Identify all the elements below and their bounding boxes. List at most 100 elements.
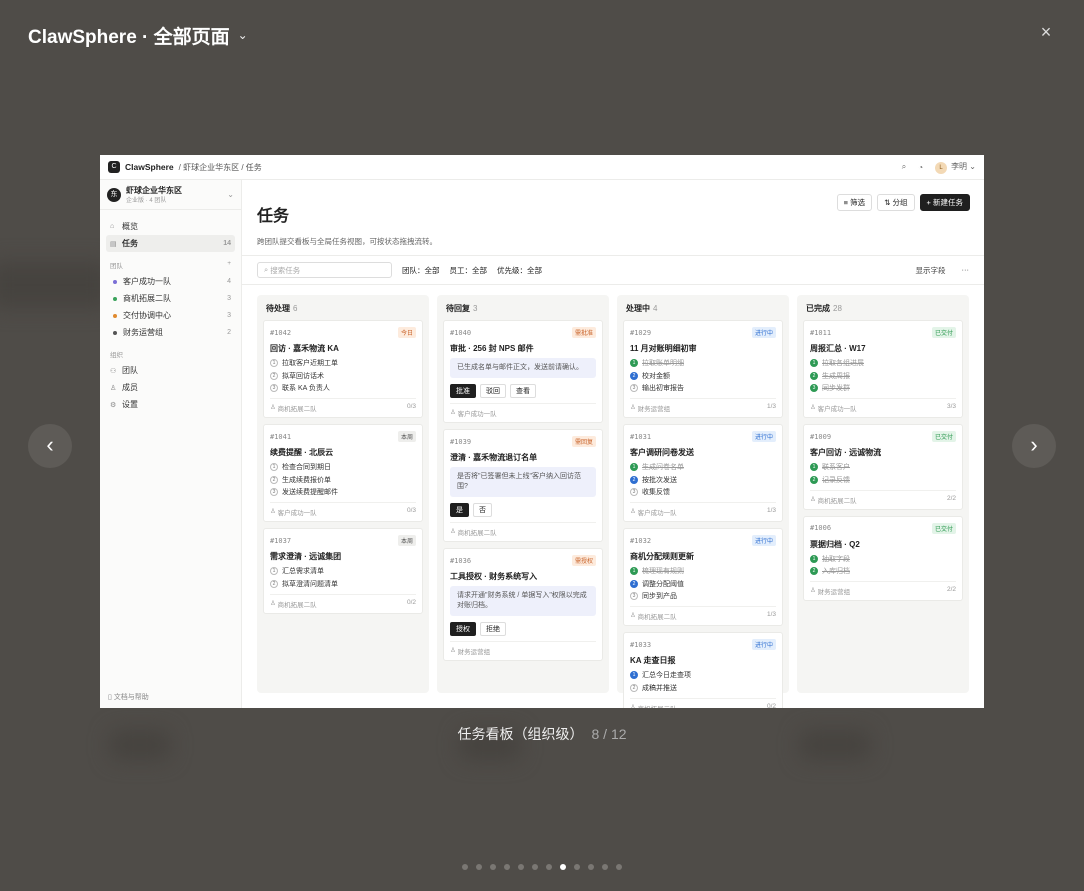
step-number: 2 xyxy=(270,371,278,380)
step-number: 1 xyxy=(810,463,818,471)
status-badge: 进行中 xyxy=(751,639,776,650)
task-team: 商机拓展二队 xyxy=(457,530,497,537)
pagination-dot[interactable] xyxy=(462,864,468,870)
task-card[interactable]: #1011 已交付 周报汇总 · W17 1 拉取各组进展 2 生成周报 3 同步发群 ♙ 客户… xyxy=(803,320,963,418)
pagination-dot[interactable] xyxy=(560,864,566,870)
team-color-dot xyxy=(113,313,117,318)
task-title: 客户调研问卷发送 xyxy=(630,448,694,457)
step-text: 入库归档 xyxy=(822,568,850,575)
kanban-column: 处理中 4 #1029 进行中 11 月对账明细初审 1 拉取账单明细 2 校对金额 3 输出初审… xyxy=(617,295,789,708)
pagination-dot[interactable] xyxy=(490,864,496,870)
sidebar-item-team[interactable]: 交付协调中心 3 xyxy=(106,307,235,324)
task-title: 回访 · 嘉禾物流 KA xyxy=(270,344,339,353)
sidebar-item-tasks[interactable]: ▤ 任务 14 xyxy=(106,235,235,252)
pagination-dot[interactable] xyxy=(504,864,510,870)
pagination-dot[interactable] xyxy=(602,864,608,870)
sidebar-item-teams[interactable]: ⚇ 团队 xyxy=(106,362,235,379)
sidebar-item-settings[interactable]: ⚙ 设置 xyxy=(106,396,235,413)
sidebar-item-team[interactable]: 客户成功一队 4 xyxy=(106,273,235,290)
viewer-title[interactable]: ClawSphere · 全部页面 ⌄ xyxy=(28,22,248,48)
task-step: 3 发送续费提醒邮件 xyxy=(270,487,416,497)
column-count: 28 xyxy=(833,304,842,313)
status-badge: 需授权 xyxy=(571,555,596,566)
action-button[interactable]: 查看 xyxy=(510,384,536,398)
team-icon: ♙ xyxy=(810,404,818,411)
task-id: #1040 xyxy=(450,328,472,337)
staff-filter[interactable]: 员工：全部 xyxy=(450,265,488,276)
action-button[interactable]: 拒绝 xyxy=(480,622,506,636)
column-header: 处理中 4 xyxy=(623,301,783,320)
org-switcher[interactable]: 东 虾球企业华东区 企业版 · 4 团队 ⌄ xyxy=(100,180,241,210)
bell-icon[interactable]: ◔ xyxy=(918,163,923,172)
column-title: 已完成 xyxy=(806,304,830,313)
more-icon[interactable]: ··· xyxy=(962,265,970,276)
task-card[interactable]: #1037 本周 需求澄清 · 远诚集团 1 汇总需求清单 2 拟草澄清问题清单 ♙ 商机拓… xyxy=(263,528,423,614)
task-step: 2 拟草回访话术 xyxy=(270,371,416,381)
task-card[interactable]: #1042 今日 回访 · 嘉禾物流 KA 1 拉取客户近期工单 2 拟草回访话术 3 联系 … xyxy=(263,320,423,418)
task-card[interactable]: #1036 需授权 工具授权 · 财务系统写入 请求开通"财务系统 / 单据写入"权… xyxy=(443,548,603,661)
sidebar-item-members[interactable]: ♙ 成员 xyxy=(106,379,235,396)
task-card[interactable]: #1040 需批准 审批 · 256 封 NPS 邮件 已生成名单与邮件正文，发送前… xyxy=(443,320,603,423)
task-card[interactable]: #1032 进行中 商机分配规则更新 1 梳理现有规则 2 调整分配阈值 3 同步到产品 ♙ 商… xyxy=(623,528,783,626)
org-subtitle: 企业版 · 4 团队 xyxy=(126,197,167,204)
sidebar-item-team[interactable]: 商机拓展二队 3 xyxy=(106,290,235,307)
help-link[interactable]: ▯ 文档与帮助 xyxy=(108,692,149,702)
task-step: 2 校对金额 xyxy=(630,371,776,381)
add-team-icon[interactable]: + xyxy=(227,260,231,270)
search-icon[interactable]: ⌕ xyxy=(902,162,906,172)
step-text: 检查合同到期日 xyxy=(282,464,331,471)
column-header: 待回复 3 xyxy=(443,301,603,320)
pagination-dot[interactable] xyxy=(574,864,580,870)
search-input[interactable]: ⌕ 搜索任务 xyxy=(257,262,392,278)
app-topbar: C ClawSphere / 虾球企业华东区 / 任务 ⌕ ◔ L 李明 ⌄ xyxy=(100,155,984,180)
sidebar-item-overview[interactable]: ⌂ 概览 xyxy=(106,218,235,235)
step-number: 3 xyxy=(810,384,818,392)
pagination-dot[interactable] xyxy=(532,864,538,870)
task-team: 商机拓展二队 xyxy=(638,703,677,709)
pagination-dot[interactable] xyxy=(476,864,482,870)
next-button[interactable]: › xyxy=(1012,424,1056,468)
filter-button[interactable]: ≡ 筛选 xyxy=(836,194,873,211)
action-button[interactable]: 是 xyxy=(450,503,469,517)
user-name: 李明 xyxy=(951,161,968,171)
action-button[interactable]: 批准 xyxy=(450,384,476,398)
task-card[interactable]: #1006 已交付 票据归档 · Q2 1 抽取字段 2 入库归档 ♙ 财务运营组 2/2 xyxy=(803,515,963,601)
step-number: 2 xyxy=(810,567,818,575)
step-number: 2 xyxy=(810,475,818,484)
new-task-button[interactable]: + 新建任务 xyxy=(919,194,970,211)
action-button[interactable]: 授权 xyxy=(450,622,476,636)
team-icon: ♙ xyxy=(630,612,638,619)
pagination-dot[interactable] xyxy=(616,864,622,870)
group-button[interactable]: ⇅ 分组 xyxy=(877,194,915,211)
task-card[interactable]: #1009 已交付 客户回访 · 远诚物流 1 联系客户 2 记录反馈 ♙ 商机拓展二队 2/… xyxy=(803,424,963,510)
task-card[interactable]: #1039 需回复 澄清 · 嘉禾物流退订名单 是否将"已签署但未上线"客户纳入回访… xyxy=(443,429,603,542)
task-step: 2 生成周报 xyxy=(810,371,956,381)
task-card[interactable]: #1033 进行中 KA 走查日报 1 汇总今日走查项 2 成稿并推送 ♙ 商机拓展二队 0/… xyxy=(623,632,783,708)
action-button[interactable]: 驳回 xyxy=(480,384,506,398)
task-card[interactable]: #1029 进行中 11 月对账明细初审 1 拉取账单明细 2 校对金额 3 输出初审报告 ♙ … xyxy=(623,320,783,418)
priority-filter[interactable]: 优先级：全部 xyxy=(497,265,542,276)
column-title: 待回复 xyxy=(446,304,470,313)
task-progress: 1/3 xyxy=(766,611,776,618)
org-section-header: 组织 xyxy=(106,349,235,359)
task-card[interactable]: #1041 本周 续费提醒 · 北辰云 1 检查合同到期日 2 生成续费报价单 3 发送续费提… xyxy=(263,424,423,522)
button-label: 分组 xyxy=(892,198,908,207)
pagination-dot[interactable] xyxy=(588,864,594,870)
sidebar-item-team[interactable]: 财务运营组 2 xyxy=(106,324,235,341)
pagination-dot[interactable] xyxy=(546,864,552,870)
team-filter[interactable]: 团队：全部 xyxy=(402,265,440,276)
tasks-icon: ▤ xyxy=(110,240,117,248)
column-title: 待处理 xyxy=(266,304,290,313)
user-menu[interactable]: L 李明 ⌄ xyxy=(935,161,976,174)
prev-button[interactable]: ‹ xyxy=(28,424,72,468)
sidebar-item-label: 交付协调中心 xyxy=(123,311,171,320)
action-button[interactable]: 否 xyxy=(473,503,492,517)
task-step: 2 记录反馈 xyxy=(810,475,956,485)
slide-caption: 任务看板（组织级） 8 / 12 xyxy=(0,724,1084,744)
close-icon[interactable]: × xyxy=(1036,22,1056,42)
pagination-dot[interactable] xyxy=(518,864,524,870)
show-fields-button[interactable]: 显示字段 xyxy=(916,265,946,276)
step-text: 调整分配阈值 xyxy=(642,580,684,588)
task-id: #1033 xyxy=(630,640,652,649)
task-card[interactable]: #1031 进行中 客户调研问卷发送 1 生成问卷名单 2 按批次发送 3 收集反馈 ♙ 客户成… xyxy=(623,424,783,522)
